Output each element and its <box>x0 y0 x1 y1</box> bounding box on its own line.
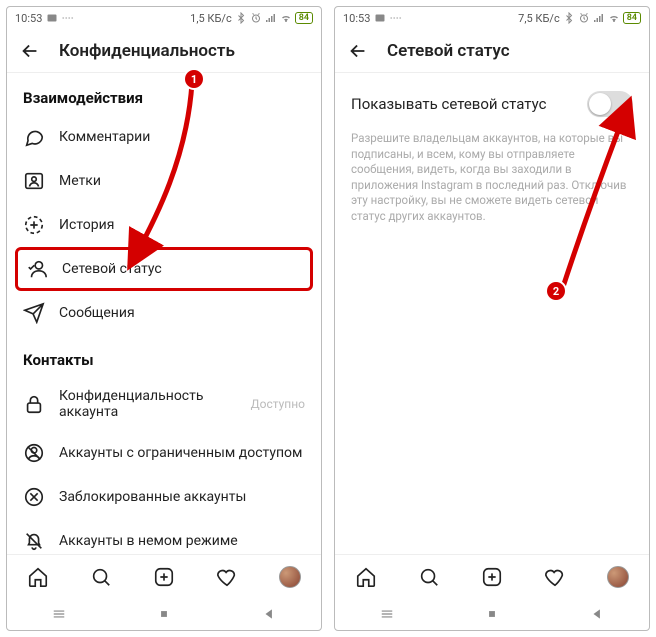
item-restricted[interactable]: Аккаунты с ограниченным доступом <box>7 431 321 475</box>
blocked-icon <box>23 486 45 508</box>
activity-status-icon <box>26 258 48 280</box>
bottom-tab-bar <box>7 554 321 598</box>
restricted-icon <box>23 442 45 464</box>
annotation-badge-1: 1 <box>185 70 203 88</box>
profile-tab[interactable] <box>279 566 301 588</box>
item-comments[interactable]: Комментарии <box>7 115 321 159</box>
add-tab[interactable] <box>481 566 503 588</box>
battery-indicator: 84 <box>623 12 641 24</box>
item-label: Аккаунты в немом режиме <box>59 533 238 549</box>
android-nav-bar <box>7 598 321 630</box>
toggle-label: Показывать сетевой статус <box>351 95 546 113</box>
item-label: История <box>59 217 114 233</box>
dots-icon <box>62 12 74 24</box>
item-account-privacy[interactable]: Конфиденциальность аккаунта Доступно <box>7 377 321 431</box>
status-bar: 10:53 1,5 КБ/с 84 <box>7 7 321 29</box>
status-speed: 7,5 КБ/с <box>518 12 560 25</box>
tag-person-icon <box>23 170 45 192</box>
item-label: Заблокированные аккаунты <box>59 489 246 505</box>
item-label: Сообщения <box>59 305 135 321</box>
item-label: Аккаунты с ограниченным доступом <box>59 445 302 461</box>
wifi-icon <box>608 12 620 24</box>
item-label: Сетевой статус <box>62 261 162 277</box>
item-story[interactable]: История <box>7 203 321 247</box>
home-tab[interactable] <box>27 566 49 588</box>
item-tags[interactable]: Метки <box>7 159 321 203</box>
bottom-tab-bar <box>335 554 649 598</box>
item-trail: Доступно <box>251 397 305 411</box>
nav-home[interactable] <box>157 607 171 621</box>
item-label: Комментарии <box>59 129 150 145</box>
nav-menu[interactable] <box>380 607 394 621</box>
item-label: Метки <box>59 173 101 189</box>
toggle-description: Разрешите владельцам аккаунтов, на котор… <box>335 127 649 228</box>
bluetooth-icon <box>235 12 247 24</box>
comment-icon <box>23 126 45 148</box>
search-tab[interactable] <box>90 566 112 588</box>
page-title: Сетевой статус <box>387 41 510 61</box>
notification-icon <box>46 12 58 24</box>
back-button[interactable] <box>19 40 41 62</box>
header: Сетевой статус <box>335 29 649 73</box>
status-speed: 1,5 КБ/с <box>190 12 232 25</box>
item-blocked[interactable]: Заблокированные аккаунты <box>7 475 321 519</box>
battery-indicator: 84 <box>295 12 313 24</box>
section-interactions: Взаимодействия <box>7 73 321 115</box>
section-contacts: Контакты <box>7 335 321 377</box>
add-tab[interactable] <box>153 566 175 588</box>
nav-back[interactable] <box>262 607 276 621</box>
phone-screen-2: 10:53 7,5 КБ/с 84 Сетевой статус Показыв… <box>334 6 650 631</box>
header: Конфиденциальность <box>7 29 321 73</box>
nav-menu[interactable] <box>52 607 66 621</box>
activity-tab[interactable] <box>216 566 238 588</box>
status-time: 10:53 <box>343 12 370 25</box>
muted-bell-icon <box>23 530 45 552</box>
back-button[interactable] <box>347 40 369 62</box>
page-title: Конфиденциальность <box>59 41 235 61</box>
alarm-icon <box>578 12 590 24</box>
phone-screen-1: 10:53 1,5 КБ/с 84 Конфиденциальность Вза… <box>6 6 322 631</box>
status-bar: 10:53 7,5 КБ/с 84 <box>335 7 649 29</box>
item-label: Конфиденциальность аккаунта <box>59 388 237 420</box>
send-icon <box>23 302 45 324</box>
home-tab[interactable] <box>355 566 377 588</box>
notification-icon <box>374 12 386 24</box>
status-time: 10:53 <box>15 12 42 25</box>
content: Взаимодействия Комментарии Метки История… <box>7 73 321 554</box>
alarm-icon <box>250 12 262 24</box>
signal-icon <box>265 12 277 24</box>
item-muted[interactable]: Аккаунты в немом режиме <box>7 519 321 554</box>
activity-tab[interactable] <box>544 566 566 588</box>
content: Показывать сетевой статус Разрешите влад… <box>335 73 649 554</box>
signal-icon <box>593 12 605 24</box>
wifi-icon <box>280 12 292 24</box>
toggle-row-activity-status: Показывать сетевой статус <box>335 73 649 127</box>
dots-icon <box>390 12 402 24</box>
item-messages[interactable]: Сообщения <box>7 291 321 335</box>
search-tab[interactable] <box>418 566 440 588</box>
lock-icon <box>23 393 45 415</box>
profile-tab[interactable] <box>607 566 629 588</box>
bluetooth-icon <box>563 12 575 24</box>
toggle-switch[interactable] <box>587 91 633 117</box>
android-nav-bar <box>335 598 649 630</box>
nav-home[interactable] <box>485 607 499 621</box>
story-plus-icon <box>23 214 45 236</box>
item-activity-status[interactable]: Сетевой статус <box>15 247 313 291</box>
annotation-badge-2: 2 <box>547 282 565 300</box>
nav-back[interactable] <box>590 607 604 621</box>
